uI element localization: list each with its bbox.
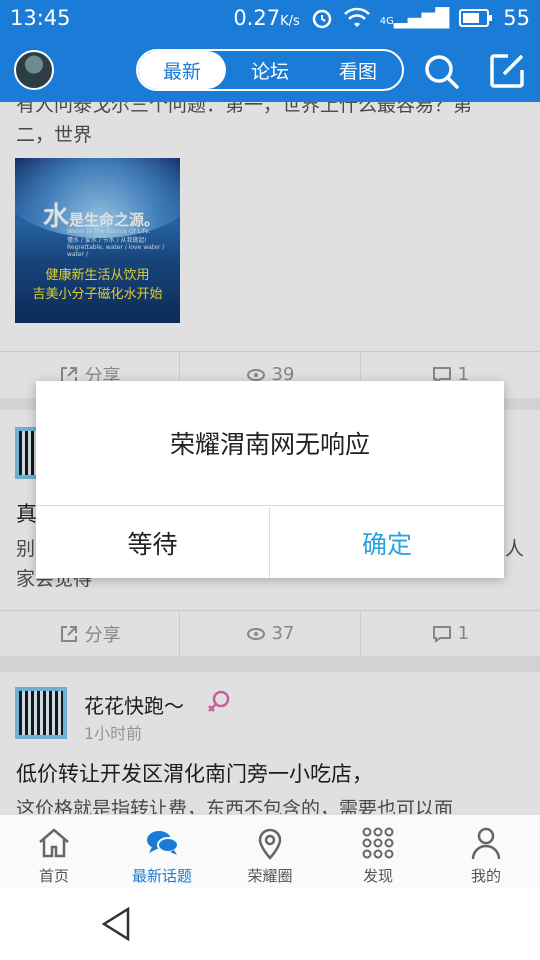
tab-pictures[interactable]: 看图 <box>314 51 402 89</box>
bottom-nav: 首页 最新话题 荣耀圈 发现 我的 <box>0 814 540 888</box>
tab-latest[interactable]: 最新 <box>138 51 226 89</box>
wifi-icon <box>343 7 370 27</box>
battery-level: 55 <box>503 6 530 30</box>
ok-button[interactable]: 确定 <box>270 507 504 578</box>
back-icon[interactable] <box>100 906 132 942</box>
app-bar: 最新 论坛 看图 <box>0 38 540 102</box>
grid-icon <box>362 827 394 859</box>
nav-latest-topics[interactable]: 最新话题 <box>108 815 216 888</box>
status-bar: 13:45 0.27K/s 4G▂▄▆█ 55 <box>0 0 540 38</box>
data-rate: 0.27K/s <box>233 6 300 30</box>
status-time: 13:45 <box>10 6 71 30</box>
user-icon <box>471 827 501 860</box>
tab-forum[interactable]: 论坛 <box>226 51 314 89</box>
location-icon <box>258 828 282 860</box>
dialog-message: 荣耀渭南网无响应 <box>36 381 504 506</box>
nav-honor-circle[interactable]: 荣耀圈 <box>216 815 324 888</box>
nav-discover[interactable]: 发现 <box>324 815 432 888</box>
user-avatar[interactable] <box>14 50 54 90</box>
nav-mine[interactable]: 我的 <box>432 815 540 888</box>
feed-tab-switcher: 最新 论坛 看图 <box>136 49 404 91</box>
compose-icon[interactable] <box>488 52 526 90</box>
battery-icon <box>459 9 493 27</box>
nav-home[interactable]: 首页 <box>0 815 108 888</box>
anr-dialog: 荣耀渭南网无响应 等待 确定 <box>36 381 504 578</box>
home-icon <box>39 828 69 858</box>
alarm-icon <box>312 9 332 29</box>
wait-button[interactable]: 等待 <box>36 507 270 578</box>
system-nav-bar <box>0 888 540 960</box>
chat-icon <box>147 831 179 855</box>
signal-icon: 4G▂▄▆█ <box>379 7 450 29</box>
search-icon[interactable] <box>422 52 460 90</box>
